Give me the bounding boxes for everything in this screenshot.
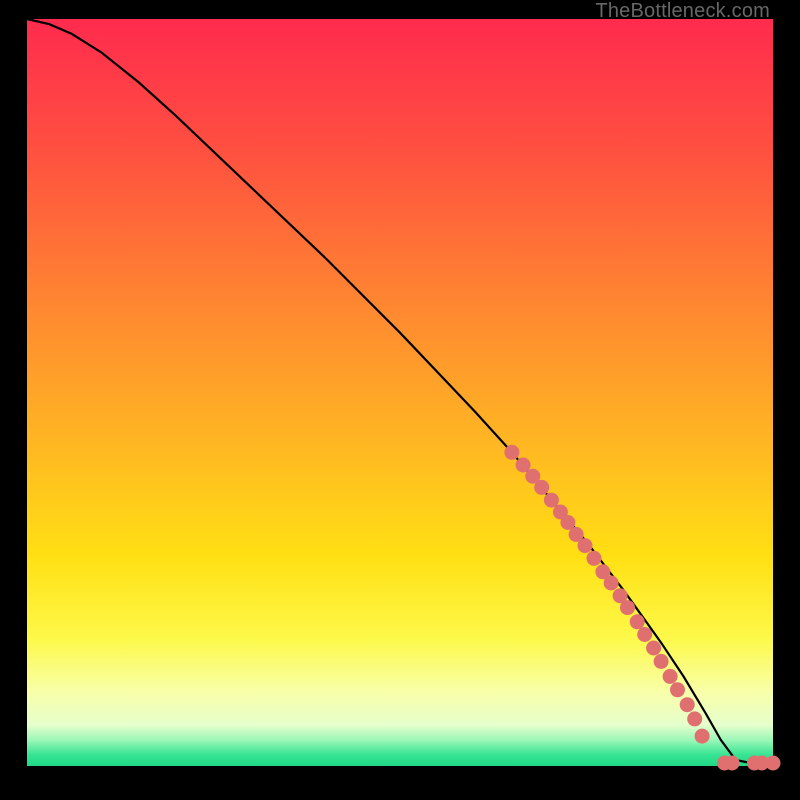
data-marker [687,711,702,726]
data-marker [670,682,685,697]
data-marker [766,756,781,771]
data-marker [637,627,652,642]
data-marker [604,576,619,591]
data-marker [680,697,695,712]
data-marker [544,493,559,508]
watermark-text: TheBottleneck.com [595,0,770,23]
data-marker [630,614,645,629]
data-marker [620,600,635,615]
chart-frame: TheBottleneck.com [0,0,800,800]
data-marker [654,654,669,669]
data-marker [725,756,740,771]
chart-svg [0,0,800,800]
data-marker [663,669,678,684]
data-marker [504,445,519,460]
data-marker [646,641,661,656]
data-marker [695,729,710,744]
data-marker [578,538,593,553]
data-marker [587,551,602,566]
data-marker [534,480,549,495]
